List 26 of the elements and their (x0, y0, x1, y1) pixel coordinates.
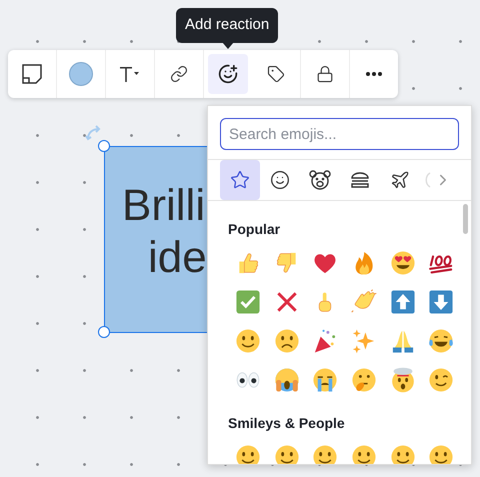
bear-icon (309, 170, 331, 190)
lock-icon (316, 65, 334, 83)
search-field[interactable]: Search emojis... (220, 118, 459, 150)
sticky-note[interactable]: Brilli ide (104, 146, 207, 333)
section-title: Smileys & People (228, 414, 346, 432)
text-format-icon (119, 65, 141, 83)
scrollbar-thumb[interactable] (463, 204, 468, 234)
note-text: ide (148, 232, 207, 284)
category-icon (423, 171, 431, 189)
more-icon (366, 72, 382, 76)
link-icon (170, 65, 188, 83)
smiley-icon (270, 170, 290, 190)
plane-icon (390, 170, 410, 190)
section-title: Popular (228, 220, 282, 238)
toolbar-button[interactable] (208, 54, 248, 94)
tag-icon (267, 65, 285, 83)
sticky-note-icon (21, 63, 43, 85)
tooltip-pointer (222, 42, 234, 49)
note-text: Brilli (122, 180, 206, 232)
color-swatch-icon (69, 62, 93, 86)
resize-handle[interactable] (98, 326, 110, 338)
add-reaction-icon (218, 64, 238, 84)
rotate-handle-icon (85, 125, 103, 141)
star-icon (230, 170, 250, 190)
resize-handle[interactable] (98, 140, 110, 152)
burger-icon (350, 171, 370, 189)
